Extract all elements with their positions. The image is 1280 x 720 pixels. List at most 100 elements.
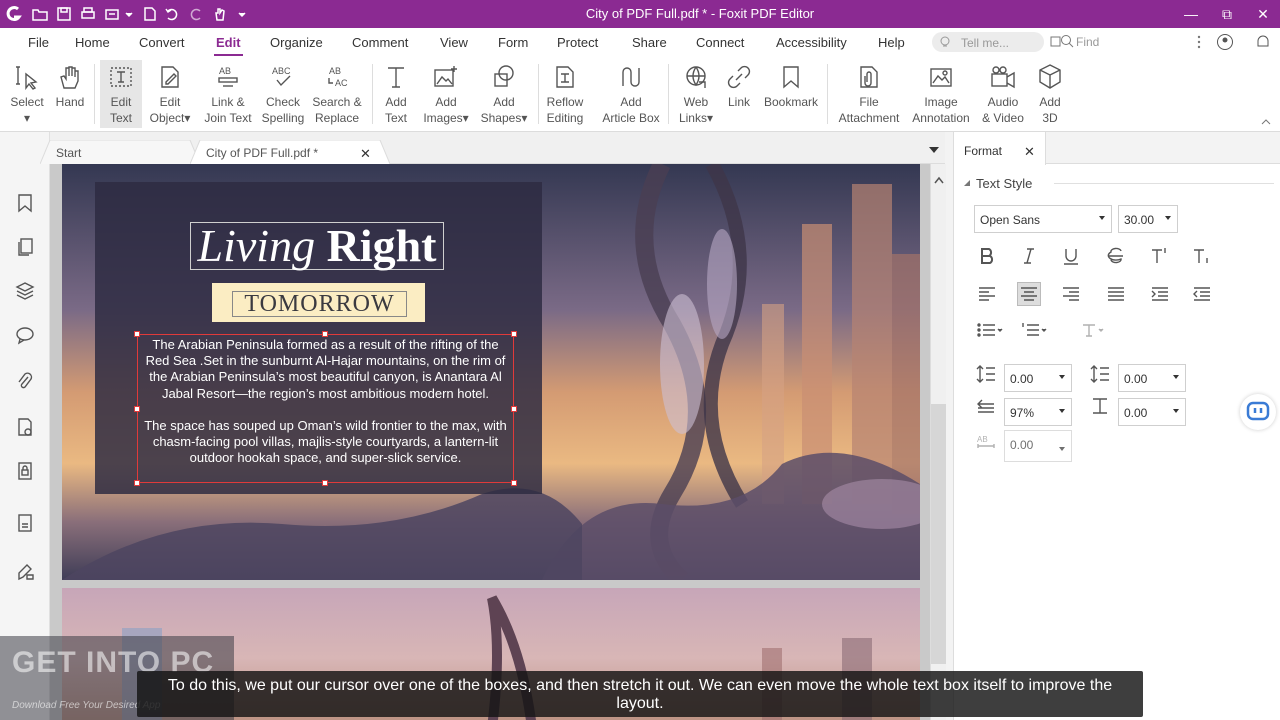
add-shapes-button[interactable]: Add Shapes▾ xyxy=(476,60,532,128)
file-attachment-button[interactable]: File Attachment xyxy=(834,60,904,128)
web-links-button[interactable]: Web Links▾ xyxy=(674,60,718,128)
undo-icon[interactable] xyxy=(162,4,182,24)
align-left-button[interactable] xyxy=(975,282,999,306)
tab-connect[interactable]: Connect xyxy=(696,35,744,50)
body-paragraph-1[interactable]: The Arabian Peninsula formed as a result… xyxy=(141,337,510,402)
resize-handle-bottom[interactable] xyxy=(322,480,328,486)
edit-text-button[interactable]: Edit Text xyxy=(100,60,142,128)
tab-help[interactable]: Help xyxy=(878,35,905,50)
resize-handle-bottom-right[interactable] xyxy=(511,480,517,486)
content-icon[interactable] xyxy=(14,512,36,534)
customize-qa-icon[interactable] xyxy=(236,4,248,24)
character-scale-select[interactable]: 97% xyxy=(1004,398,1072,426)
resize-handle-top-right[interactable] xyxy=(511,331,517,337)
character-spacing-select[interactable]: 0.00 xyxy=(1118,398,1186,426)
scan-icon[interactable] xyxy=(102,4,122,24)
save-icon[interactable] xyxy=(54,4,74,24)
signatures-icon[interactable] xyxy=(14,416,36,438)
text-direction-button[interactable] xyxy=(1080,318,1110,342)
new-doc-icon[interactable] xyxy=(140,4,160,24)
tab-form[interactable]: Form xyxy=(498,35,528,50)
link-join-text-button[interactable]: AB Link & Join Text xyxy=(200,60,256,128)
hand-tool-icon[interactable] xyxy=(210,4,230,24)
scroll-up-icon[interactable] xyxy=(933,174,945,186)
print-icon[interactable] xyxy=(78,4,98,24)
link-button[interactable]: Link xyxy=(722,60,756,128)
body-paragraph-2[interactable]: The space has souped up Oman’s wild fron… xyxy=(141,418,510,467)
account-icon[interactable] xyxy=(1216,33,1236,51)
subtitle-tomorrow[interactable]: TOMORROW xyxy=(232,291,407,317)
tab-comment[interactable]: Comment xyxy=(352,35,408,50)
indent-button[interactable] xyxy=(1148,282,1172,306)
outdent-button[interactable] xyxy=(1190,282,1214,306)
tab-convert[interactable]: Convert xyxy=(139,35,185,50)
open-folder-icon[interactable] xyxy=(30,4,50,24)
tab-share[interactable]: Share xyxy=(632,35,667,50)
edit-object-button[interactable]: Edit Object▾ xyxy=(146,60,194,128)
font-family-select[interactable]: Open Sans xyxy=(974,205,1112,233)
tab-protect[interactable]: Protect xyxy=(557,35,598,50)
attachments-icon[interactable] xyxy=(14,370,36,392)
bookmarks-panel-icon[interactable] xyxy=(14,192,36,214)
title-living-right[interactable]: Living Right xyxy=(190,222,444,270)
collapse-ribbon-icon[interactable] xyxy=(1260,116,1272,126)
superscript-button[interactable] xyxy=(1148,244,1172,268)
word-spacing-select[interactable]: 0.00 xyxy=(1004,430,1072,462)
minimize-button[interactable]: — xyxy=(1178,2,1204,26)
numbered-list-button[interactable] xyxy=(1020,318,1050,342)
underline-button[interactable] xyxy=(1059,244,1083,268)
paragraph-spacing-select[interactable]: 0.00 xyxy=(1118,364,1186,392)
close-format-panel-button[interactable]: ✕ xyxy=(1024,144,1035,160)
reflow-editing-button[interactable]: Reflow Editing xyxy=(542,60,588,128)
title-text-panel[interactable]: Living Right TOMORROW The Arabian Penins… xyxy=(95,182,542,494)
tab-accessibility[interactable]: Accessibility xyxy=(776,35,847,50)
add-article-box-button[interactable]: Add Article Box xyxy=(600,60,662,128)
align-center-button[interactable] xyxy=(1017,282,1041,306)
check-spelling-button[interactable]: ABC Check Spelling xyxy=(258,60,308,128)
restore-button[interactable]: ⧉ xyxy=(1214,2,1240,26)
tab-view[interactable]: View xyxy=(440,35,468,50)
tab-edit[interactable]: Edit xyxy=(214,35,243,56)
tell-me-field[interactable]: Tell me... xyxy=(932,32,1044,52)
more-options-icon[interactable] xyxy=(1196,35,1202,49)
security-lock-icon[interactable] xyxy=(14,460,36,482)
image-annotation-button[interactable]: Image Annotation xyxy=(908,60,974,128)
tab-file[interactable]: File xyxy=(28,35,49,50)
resize-handle-right[interactable] xyxy=(511,406,517,412)
hand-button[interactable]: Hand xyxy=(52,60,88,128)
search-replace-button[interactable]: AB AC Search & Replace xyxy=(308,60,366,128)
italic-button[interactable] xyxy=(1017,244,1041,268)
vertical-scrollbar[interactable] xyxy=(930,164,946,720)
close-button[interactable]: ✕ xyxy=(1250,2,1276,26)
add-3d-button[interactable]: Add 3D xyxy=(1030,60,1070,128)
find-field[interactable]: Find xyxy=(1050,32,1190,52)
resize-handle-left[interactable] xyxy=(134,406,140,412)
selected-body-text-box[interactable]: The Arabian Peninsula formed as a result… xyxy=(134,331,517,486)
layers-icon[interactable] xyxy=(14,280,36,302)
tab-organize[interactable]: Organize xyxy=(270,35,323,50)
bookmark-button[interactable]: Bookmark xyxy=(760,60,822,128)
line-spacing-select[interactable]: 0.00 xyxy=(1004,364,1072,392)
tab-home[interactable]: Home xyxy=(75,35,110,50)
add-text-button[interactable]: Add Text xyxy=(376,60,416,128)
bullet-list-button[interactable] xyxy=(976,318,1006,342)
dropdown-icon[interactable] xyxy=(124,4,134,24)
title-bold[interactable]: Right xyxy=(327,220,437,271)
bold-button[interactable] xyxy=(975,244,999,268)
add-images-button[interactable]: Add Images▾ xyxy=(418,60,474,128)
page-thumbnails-icon[interactable] xyxy=(14,236,36,258)
resize-handle-top[interactable] xyxy=(322,331,328,337)
destinations-icon[interactable] xyxy=(14,560,36,582)
tabs-dropdown-icon[interactable] xyxy=(928,146,940,154)
justify-button[interactable] xyxy=(1104,282,1128,306)
subscript-button[interactable] xyxy=(1190,244,1214,268)
redo-icon[interactable] xyxy=(186,4,206,24)
title-italic[interactable]: Living xyxy=(198,220,316,271)
font-size-select[interactable]: 30.00 xyxy=(1118,205,1178,233)
select-button[interactable]: Select ▾ xyxy=(4,60,50,128)
comments-icon[interactable] xyxy=(14,324,36,346)
assistant-chat-button[interactable] xyxy=(1240,394,1276,430)
scrollbar-thumb[interactable] xyxy=(931,404,946,664)
resize-handle-bottom-left[interactable] xyxy=(134,480,140,486)
resize-handle-top-left[interactable] xyxy=(134,331,140,337)
